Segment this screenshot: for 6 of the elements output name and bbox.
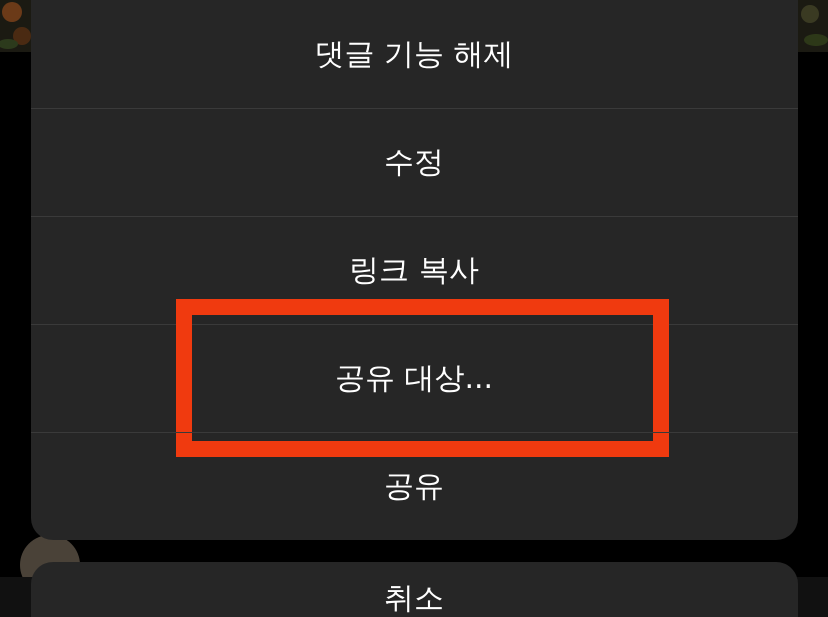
- menu-item[interactable]: 공유 대상...: [30, 325, 798, 432]
- menu-item[interactable]: 댓글 기능 해제: [30, 0, 798, 108]
- menu-item[interactable]: 공유: [30, 433, 798, 540]
- menu-item[interactable]: 링크 복사: [30, 217, 798, 324]
- menu-item[interactable]: 수정: [30, 109, 798, 216]
- cancel-button[interactable]: 취소: [30, 562, 798, 617]
